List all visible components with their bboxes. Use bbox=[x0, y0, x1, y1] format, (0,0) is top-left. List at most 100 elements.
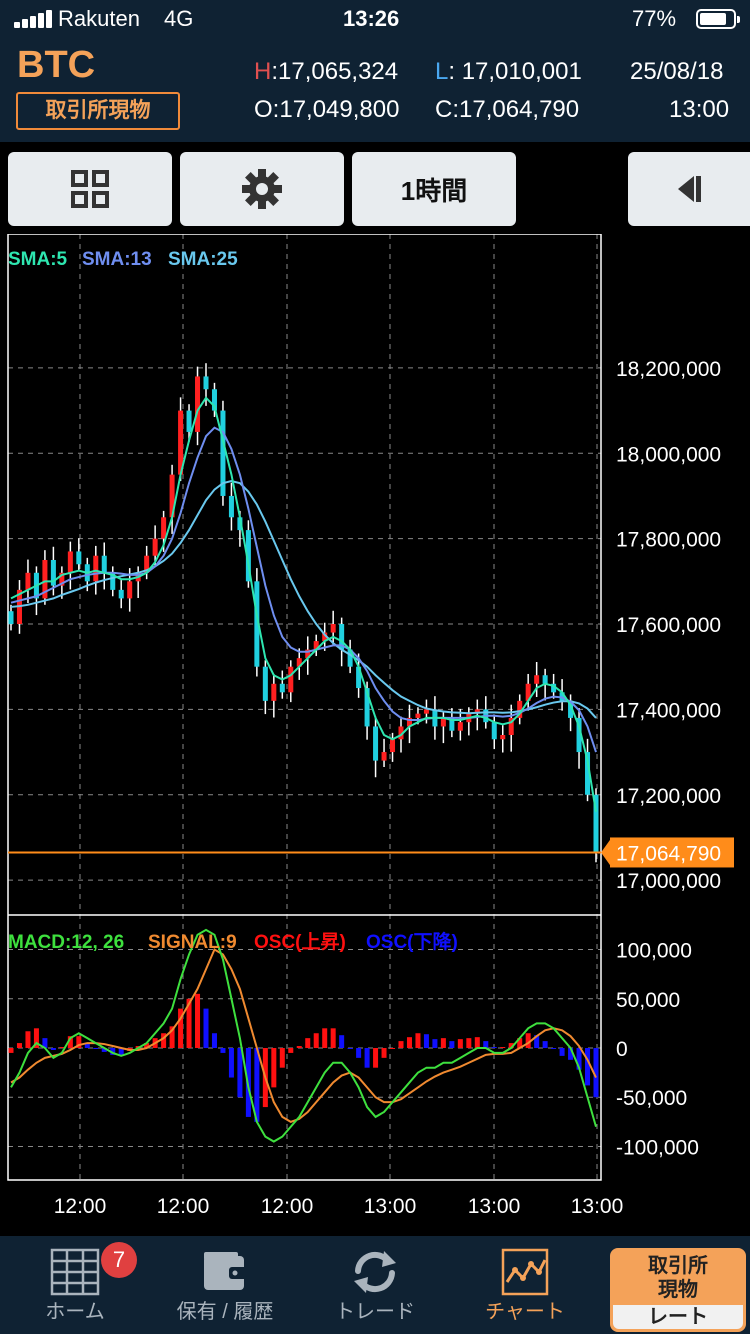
candle-body bbox=[390, 739, 396, 753]
candle-body bbox=[127, 581, 133, 599]
nav-trade[interactable]: トレード bbox=[315, 1236, 435, 1334]
candle-body bbox=[542, 675, 548, 684]
nav-trade-label: トレード bbox=[335, 1301, 415, 1323]
candle-body bbox=[330, 624, 336, 633]
bottom-nav: 7 ホーム 保有 / 履歴 トレード チャート 取引所 現物 レート bbox=[0, 1236, 750, 1334]
rate-button[interactable]: 取引所 現物 レート bbox=[610, 1248, 746, 1332]
time-axis-labels: 12:00 12:00 12:00 13:00 13:00 13:00 bbox=[54, 1195, 624, 1218]
time-tick-label: 13:00 bbox=[468, 1195, 521, 1218]
time-tick-label: 12:00 bbox=[54, 1195, 107, 1218]
quote-time: 13:00 bbox=[669, 96, 730, 123]
layout-button[interactable] bbox=[8, 152, 172, 226]
current-price-label: 17,064,790 bbox=[616, 842, 721, 865]
osc-bar bbox=[440, 1038, 446, 1048]
candle-body bbox=[67, 551, 73, 573]
collapse-panel-button[interactable] bbox=[628, 152, 750, 226]
close-value: :17,064,790 bbox=[452, 96, 580, 123]
candle-body bbox=[500, 734, 506, 740]
osc-bar bbox=[398, 1041, 404, 1048]
osc-bar bbox=[271, 1048, 277, 1088]
price-tick-label: 17,400,000 bbox=[616, 699, 721, 722]
low-price: L: 17,010,001 bbox=[435, 58, 582, 86]
sma13-legend: SMA:13 bbox=[82, 249, 152, 270]
candle-body bbox=[381, 752, 387, 761]
nav-holdings[interactable]: 保有 / 履歴 bbox=[165, 1236, 285, 1334]
osc-bar bbox=[322, 1028, 328, 1048]
rate-button-label: レート bbox=[613, 1305, 743, 1329]
osc-bar bbox=[432, 1039, 438, 1048]
osc-bar bbox=[542, 1041, 548, 1048]
macd-line bbox=[10, 928, 597, 1143]
osc-bar bbox=[415, 1033, 421, 1048]
carrier-name: Rakuten bbox=[58, 6, 140, 31]
osc-bar bbox=[483, 1041, 489, 1048]
wallet-icon bbox=[204, 1252, 247, 1290]
gear-icon bbox=[242, 169, 282, 209]
high-label: H bbox=[254, 58, 272, 85]
chart-grid bbox=[8, 234, 601, 1180]
osc-bar bbox=[50, 1048, 56, 1050]
sma25-legend: SMA:25 bbox=[168, 249, 238, 270]
rate-button-market: 取引所 現物 bbox=[648, 1255, 708, 1301]
osc-bar bbox=[406, 1037, 412, 1048]
interval-button[interactable]: 1時間 bbox=[352, 152, 516, 226]
refresh-arrows-icon bbox=[354, 1251, 396, 1293]
price-tick-label: 17,600,000 bbox=[616, 614, 721, 637]
osc-down-legend: OSC(下降) bbox=[366, 930, 458, 953]
osc-bar bbox=[93, 1048, 99, 1049]
nav-home[interactable]: 7 ホーム bbox=[15, 1236, 137, 1334]
time-tick-label: 13:00 bbox=[571, 1195, 624, 1218]
osc-bar bbox=[195, 993, 201, 1048]
price-tick-label: 17,200,000 bbox=[616, 785, 721, 808]
candle-body bbox=[186, 410, 192, 432]
quote-date: 25/08/18 bbox=[630, 58, 724, 85]
price-chart[interactable]: SMA:5 SMA:13 SMA:25 18,200,000 18,000,000… bbox=[0, 234, 750, 1236]
low-value: : 17,010,001 bbox=[448, 58, 582, 85]
high-price: H:17,065,324 bbox=[254, 58, 398, 86]
candle-body bbox=[161, 517, 167, 539]
candle-body bbox=[195, 376, 201, 432]
sma13-line bbox=[10, 426, 597, 753]
signal-strength-icon bbox=[14, 10, 54, 28]
candlestick-series bbox=[8, 363, 599, 863]
nav-chart[interactable]: チャート bbox=[465, 1236, 585, 1334]
quote-header: BTC 取引所現物 H:17,065,324 L: 17,010,001 25/… bbox=[0, 40, 750, 142]
osc-bar bbox=[491, 1047, 497, 1049]
chart-toolbar: 1時間 bbox=[0, 142, 750, 234]
osc-bar bbox=[423, 1034, 429, 1048]
osc-bar bbox=[220, 1048, 226, 1053]
candle-body bbox=[279, 683, 285, 693]
candle-body bbox=[415, 713, 421, 718]
grid-icon bbox=[71, 170, 109, 208]
candle-body bbox=[373, 726, 379, 761]
macd-tick-label: 0 bbox=[616, 1038, 628, 1061]
osc-bar bbox=[500, 1047, 506, 1049]
price-axis-labels: 18,200,000 18,000,000 17,800,000 17,600,000… bbox=[616, 358, 721, 893]
macd-tick-label: -100,000 bbox=[616, 1136, 699, 1159]
osc-bar bbox=[449, 1041, 455, 1048]
notification-badge: 7 bbox=[101, 1242, 137, 1278]
osc-bar bbox=[551, 1048, 557, 1049]
macd-axis-labels: 100,000 50,000 0 -50,000 -100,000 bbox=[616, 940, 699, 1160]
skip-back-icon bbox=[678, 176, 701, 202]
open-label: O bbox=[254, 96, 273, 123]
osc-bar bbox=[381, 1048, 387, 1058]
osc-bar bbox=[390, 1048, 396, 1049]
osc-bar bbox=[585, 1048, 591, 1086]
candle-body bbox=[423, 709, 429, 714]
candle-body bbox=[457, 722, 463, 731]
osc-bar bbox=[16, 1043, 22, 1048]
osc-bar bbox=[466, 1038, 472, 1048]
candle-body bbox=[152, 538, 158, 556]
osc-bar bbox=[203, 1008, 209, 1048]
clock: 13:26 bbox=[343, 6, 400, 31]
signal-legend: SIGNAL:9 bbox=[148, 932, 237, 953]
osc-bar bbox=[559, 1048, 565, 1056]
osc-bar bbox=[305, 1038, 311, 1048]
symbol-title: BTC bbox=[17, 44, 96, 86]
market-type-button[interactable]: 取引所現物 bbox=[16, 92, 180, 130]
settings-button[interactable] bbox=[180, 152, 344, 226]
network-type: 4G bbox=[164, 6, 194, 31]
osc-bar bbox=[228, 1048, 234, 1078]
current-price-pointer bbox=[601, 838, 611, 867]
